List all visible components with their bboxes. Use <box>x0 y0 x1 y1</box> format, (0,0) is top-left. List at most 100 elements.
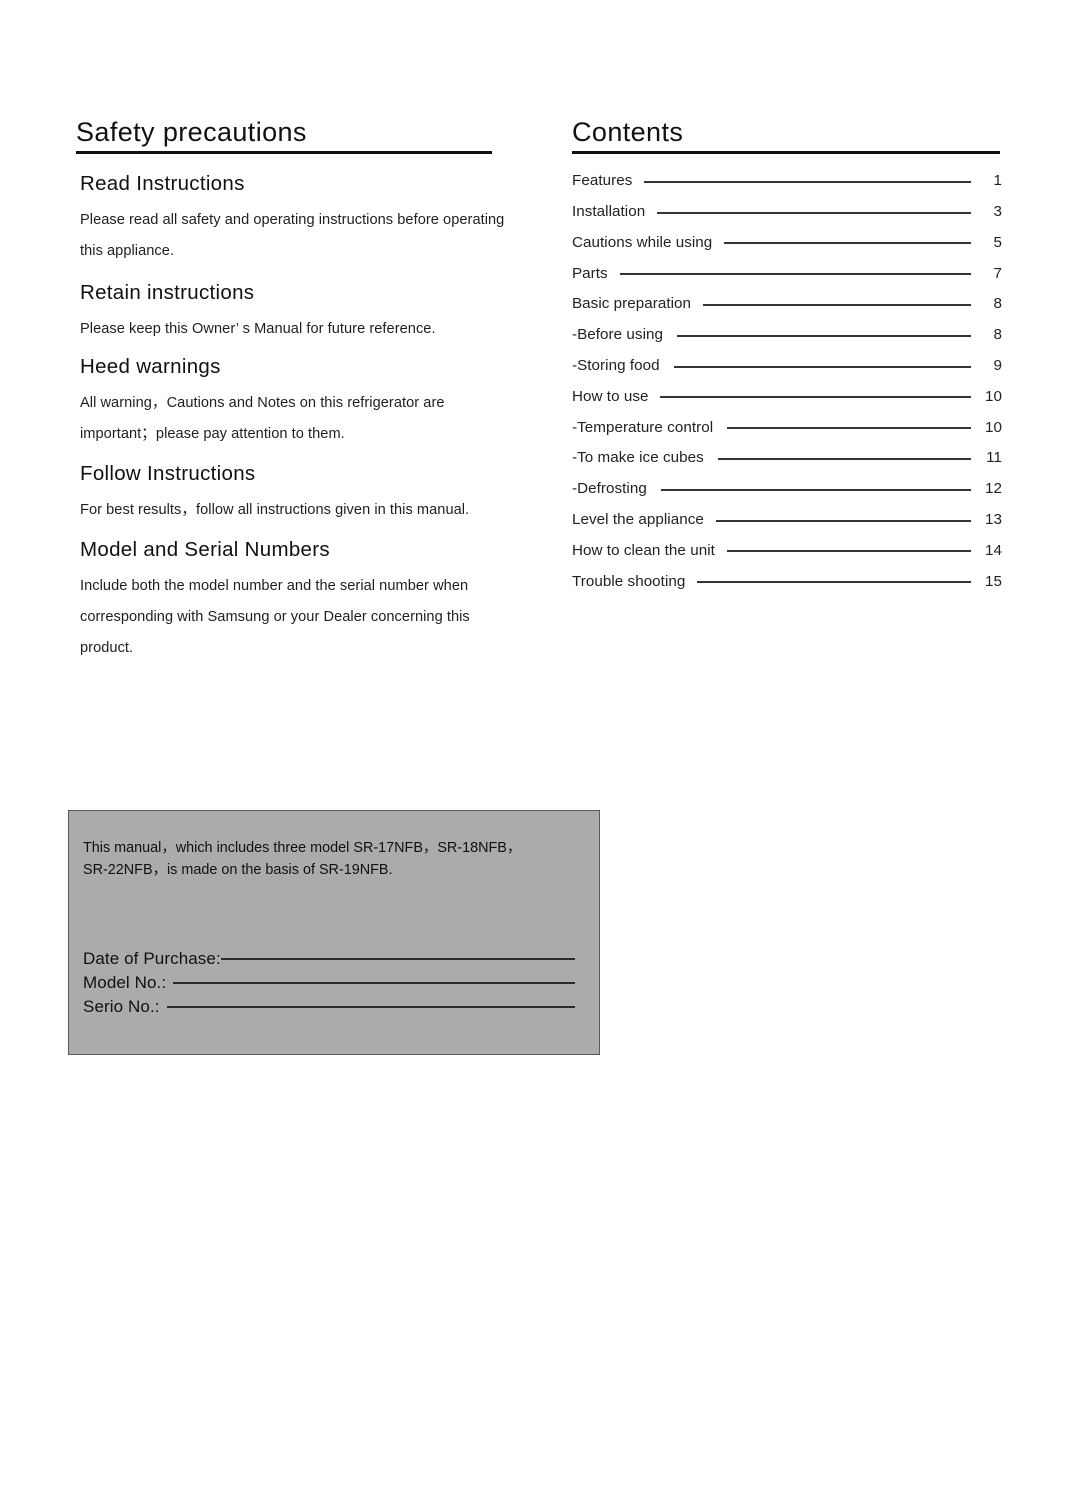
toc-label: Features <box>572 172 633 190</box>
toc-page-number: 1 <box>993 172 1002 190</box>
toc-label: -To make ice cubes <box>572 449 704 467</box>
field-write-in-line[interactable] <box>173 982 575 984</box>
section-retain-instructions: Retain instructions Please keep this Own… <box>76 281 496 345</box>
toc-label: How to use <box>572 387 649 405</box>
toc-entry-storing-food[interactable]: -Storing food 9 <box>572 350 1002 381</box>
toc-leader-line <box>644 180 971 183</box>
field-label: Date of Purchase: <box>83 949 221 968</box>
toc-leader-line <box>619 273 971 276</box>
title-divider-right <box>572 151 1000 155</box>
toc-page-number: 12 <box>985 480 1002 498</box>
body-line: corresponding with Samsung or your Deale… <box>80 609 470 626</box>
toc-leader-line <box>660 488 971 491</box>
field-write-in-line[interactable] <box>166 1006 575 1008</box>
body-line: For best results，follow all instructions… <box>80 502 470 519</box>
section-heading-read-instructions: Read Instructions <box>80 172 245 196</box>
toc-leader-line <box>715 519 971 522</box>
section-follow-instructions: Follow Instructions For best results，fol… <box>76 462 496 526</box>
table-of-contents: Features 1 Installation 3 Cautions while… <box>572 165 1002 596</box>
toc-entry-cautions-while-using[interactable]: Cautions while using 5 <box>572 227 1002 258</box>
toc-page-number: 13 <box>985 511 1002 528</box>
toc-page-number: 7 <box>993 264 1002 282</box>
toc-leader-line <box>727 427 971 430</box>
toc-label: -Defrosting <box>572 480 647 498</box>
section-read-instructions: Read Instructions Please read all safety… <box>76 172 505 267</box>
section-heading-model-and-serial-numbers: Model and Serial Numbers <box>80 538 330 562</box>
manual-page: Safety precautions Read Instructions Ple… <box>0 0 1080 1500</box>
toc-label: -Before using <box>572 326 663 344</box>
toc-page-number: 10 <box>985 418 1002 436</box>
toc-label: Parts <box>572 264 608 282</box>
toc-leader-line <box>697 581 971 584</box>
toc-entry-basic-preparation[interactable]: Basic preparation 8 <box>572 289 1002 320</box>
toc-page-number: 3 <box>993 203 1002 221</box>
body-line: Please read all safety and operating ins… <box>80 212 505 229</box>
section-heading-retain-instructions: Retain instructions <box>80 281 255 305</box>
toc-label: Level the appliance <box>572 511 704 528</box>
toc-entry-installation[interactable]: Installation 3 <box>572 196 1002 227</box>
toc-label: -Storing food <box>572 357 660 375</box>
toc-entry-to-make-ice-cubes[interactable]: -To make ice cubes 11 <box>572 443 1002 474</box>
note-line: This manual，which includes three model S… <box>83 840 522 856</box>
model-note-text: This manual，which includes three model S… <box>83 837 583 881</box>
toc-page-number: 8 <box>993 295 1002 313</box>
body-line: product. <box>80 640 134 657</box>
model-info-box: This manual，which includes three model S… <box>68 810 600 1055</box>
toc-label: Installation <box>572 203 646 221</box>
section-body-model-and-serial-numbers: Include both the model number and the se… <box>80 571 496 664</box>
section-body-retain-instructions: Please keep this Owner’ s Manual for fut… <box>80 314 496 345</box>
toc-entry-defrosting[interactable]: -Defrosting 12 <box>572 473 1002 504</box>
section-heading-heed-warnings: Heed warnings <box>80 355 221 379</box>
toc-entry-trouble-shooting[interactable]: Trouble shooting 15 <box>572 566 1002 597</box>
toc-page-number: 11 <box>986 449 1002 467</box>
body-line: important；please pay attention to them. <box>80 426 345 443</box>
toc-leader-line <box>724 242 971 245</box>
toc-label: -Temperature control <box>572 418 714 436</box>
toc-entry-before-using[interactable]: -Before using 8 <box>572 319 1002 350</box>
toc-entry-features[interactable]: Features 1 <box>572 165 1002 196</box>
toc-leader-line <box>673 365 971 368</box>
toc-page-number: 5 <box>993 233 1002 251</box>
field-model-no[interactable]: Model No.: <box>83 973 583 997</box>
toc-leader-line <box>726 550 971 553</box>
toc-entry-how-to-use[interactable]: How to use 10 <box>572 381 1002 412</box>
field-date-of-purchase[interactable]: Date of Purchase: <box>83 949 583 973</box>
body-line: Please keep this Owner’ s Manual for fut… <box>80 321 436 338</box>
toc-page-number: 9 <box>993 357 1002 375</box>
toc-leader-line <box>657 211 971 214</box>
toc-page-number: 8 <box>993 326 1002 344</box>
toc-leader-line <box>717 457 971 460</box>
section-body-heed-warnings: All warning，Cautions and Notes on this r… <box>80 388 496 450</box>
toc-leader-line <box>676 334 971 337</box>
toc-leader-line <box>703 303 971 306</box>
field-serio-no[interactable]: Serio No.: <box>83 997 583 1021</box>
section-heading-follow-instructions: Follow Instructions <box>80 462 256 486</box>
body-line: this appliance. <box>80 243 175 260</box>
title-divider-left <box>76 151 492 155</box>
toc-entry-temperature-control[interactable]: -Temperature control 10 <box>572 412 1002 443</box>
field-label: Serio No.: <box>83 997 160 1016</box>
section-body-read-instructions: Please read all safety and operating ins… <box>80 205 505 267</box>
field-write-in-line[interactable] <box>220 958 575 960</box>
body-line: Include both the model number and the se… <box>80 578 469 595</box>
field-label: Model No.: <box>83 973 167 992</box>
toc-entry-parts[interactable]: Parts 7 <box>572 258 1002 289</box>
registration-fields: Date of Purchase: Model No.: Serio No.: <box>83 949 583 1021</box>
toc-label: Cautions while using <box>572 233 713 251</box>
safety-precautions-column: Safety precautions Read Instructions Ple… <box>76 118 505 664</box>
toc-label: Trouble shooting <box>572 572 686 590</box>
note-line: SR-22NFB，is made on the basis of SR-19NF… <box>83 862 393 878</box>
toc-entry-level-the-appliance[interactable]: Level the appliance 13 <box>572 504 1002 535</box>
section-model-and-serial-numbers: Model and Serial Numbers Include both th… <box>76 538 496 664</box>
toc-page-number: 14 <box>985 541 1002 559</box>
toc-leader-line <box>660 396 971 399</box>
body-line: All warning，Cautions and Notes on this r… <box>80 395 445 412</box>
page-title-contents: Contents <box>572 117 684 147</box>
section-heed-warnings: Heed warnings All warning，Cautions and N… <box>76 355 496 450</box>
toc-page-number: 10 <box>985 387 1002 405</box>
toc-page-number: 15 <box>985 572 1002 590</box>
contents-column: Contents Features 1 Installation 3 Cauti… <box>572 118 1002 597</box>
section-body-follow-instructions: For best results，follow all instructions… <box>80 495 496 526</box>
toc-label: Basic preparation <box>572 295 692 313</box>
toc-entry-how-to-clean-the-unit[interactable]: How to clean the unit 14 <box>572 535 1002 566</box>
